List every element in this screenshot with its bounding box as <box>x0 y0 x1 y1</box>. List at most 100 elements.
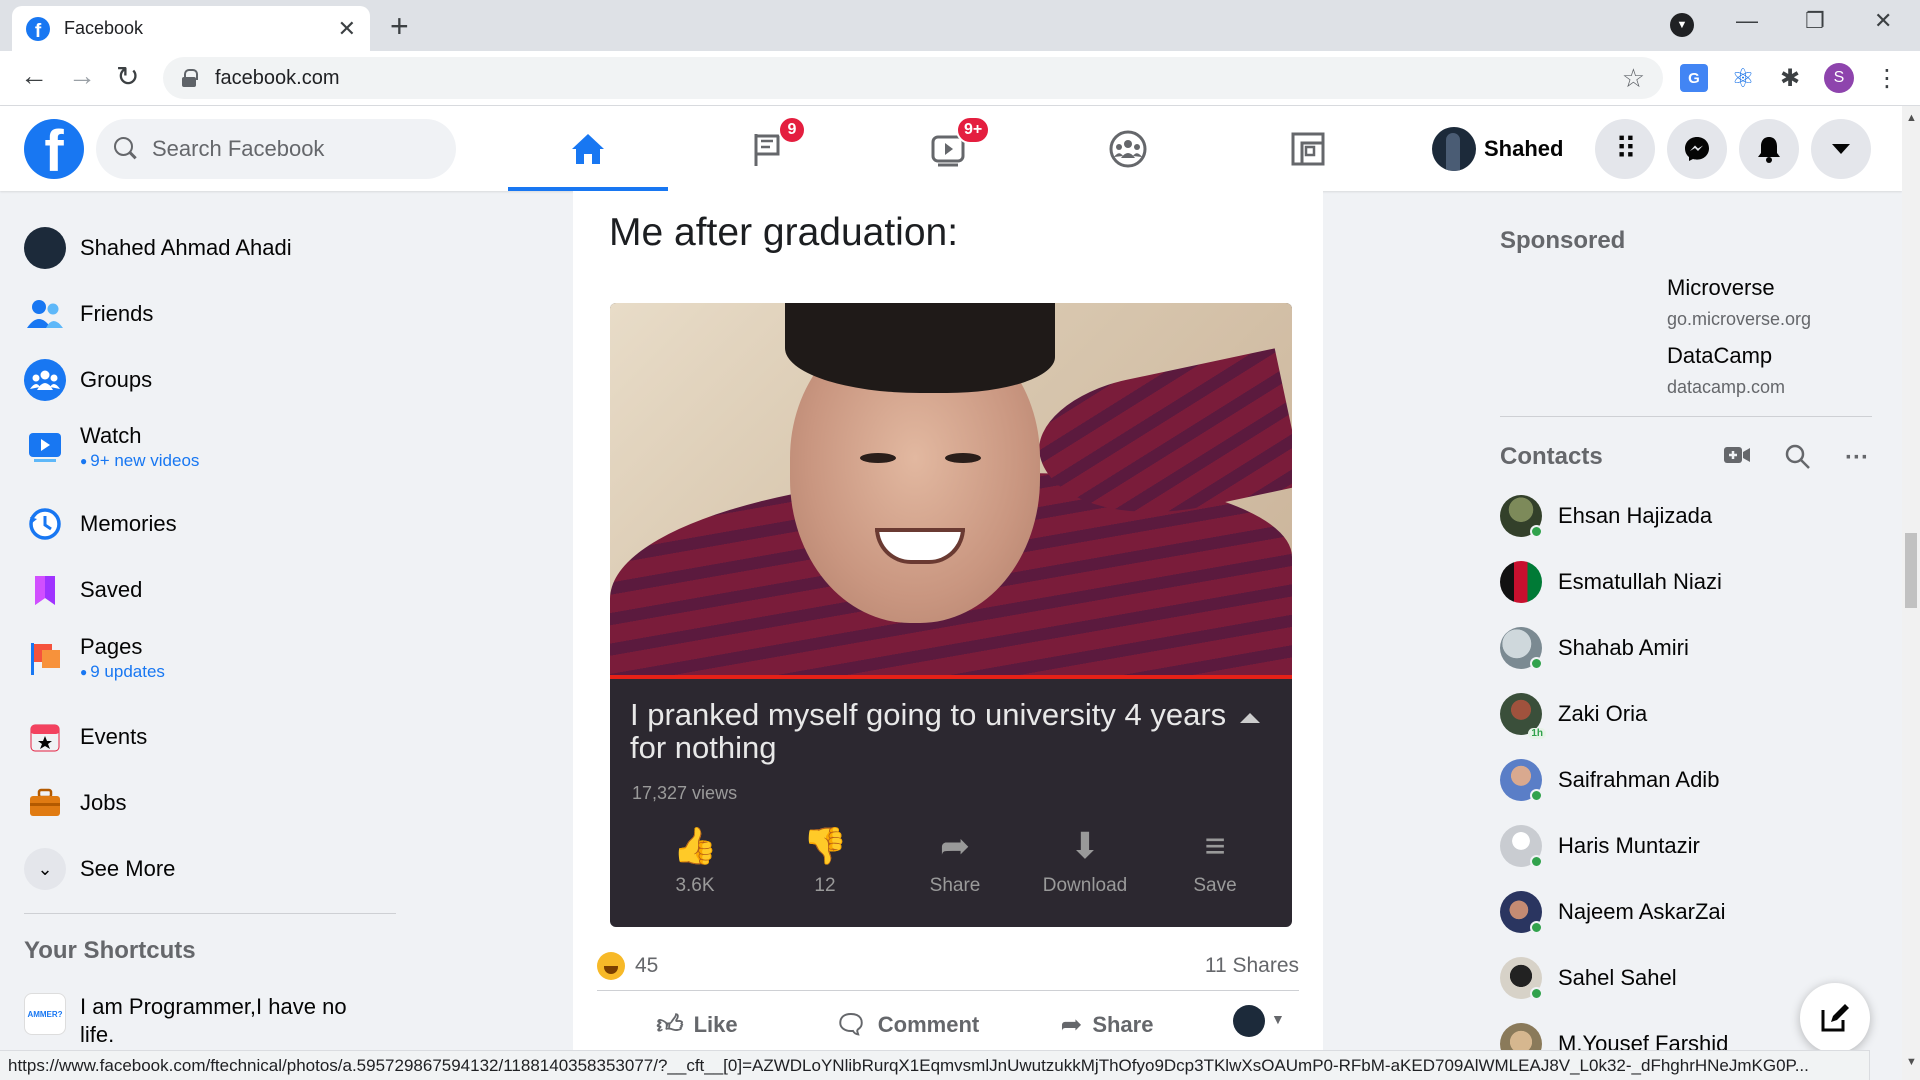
contact-item[interactable]: M.Yousef Farshid <box>1500 1023 1728 1053</box>
share-count[interactable]: 11 Shares <box>1205 954 1299 978</box>
comment-button[interactable]: 🗨︎ Comment <box>797 1009 1017 1040</box>
browser-profile-avatar[interactable]: S <box>1824 63 1854 93</box>
new-message-button[interactable] <box>1800 983 1870 1053</box>
back-icon[interactable]: ← <box>20 60 48 92</box>
sponsored-ad[interactable]: Microverse go.microverse.org <box>1667 275 1811 330</box>
facebook-header: f Search Facebook 9 9+ Shahed ⠿ <box>0 106 1902 191</box>
search-input[interactable]: Search Facebook <box>96 119 456 179</box>
avatar <box>1432 127 1476 171</box>
right-sidebar: Sponsored Microverse go.microverse.org D… <box>1480 191 1902 1053</box>
sidebar-item-events[interactable]: Events <box>24 716 147 758</box>
new-room-video-icon[interactable] <box>1723 444 1751 473</box>
tab-pages[interactable]: 9 <box>688 106 848 191</box>
shortcut-item[interactable]: AMMER? I am Programmer,I have no life. <box>24 993 380 1049</box>
contact-item[interactable]: Esmatullah Niazi <box>1500 561 1722 603</box>
avatar <box>1500 891 1543 934</box>
sidebar-item-jobs[interactable]: Jobs <box>24 782 126 824</box>
browser-toolbar: ← → ↻ facebook.com ☆ G ⚛ ✱ S ⋮ <box>0 51 1920 106</box>
bookmark-star-icon[interactable]: ☆ <box>1622 63 1645 94</box>
contact-item[interactable]: Sahel Sahel <box>1500 957 1677 1000</box>
sidebar-item-friends[interactable]: Friends <box>24 293 153 335</box>
more-options-icon[interactable]: ··· <box>1845 444 1869 472</box>
lock-icon <box>181 69 198 87</box>
forward-icon[interactable]: → <box>68 60 96 92</box>
avatar[interactable] <box>1233 1005 1265 1037</box>
sidebar-item-groups[interactable]: Groups <box>24 359 152 401</box>
contacts-heading: Contacts <box>1500 443 1603 470</box>
scroll-down-icon[interactable]: ▼ <box>1906 1056 1917 1068</box>
page-scrollbar[interactable]: ▲ ▼ <box>1902 106 1920 1080</box>
sponsored-ad[interactable]: DataCamp datacamp.com <box>1667 343 1785 398</box>
address-bar[interactable]: facebook.com ☆ <box>163 57 1663 99</box>
meme-save: ≡ Save <box>1165 825 1265 897</box>
search-icon[interactable] <box>1785 444 1811 477</box>
sidebar-item-label: Shahed Ahmad Ahadi <box>80 235 292 260</box>
share-button[interactable]: ➦ Share <box>1017 1009 1197 1040</box>
facebook-logo-icon[interactable]: f <box>24 119 84 179</box>
tab-watch[interactable]: 9+ <box>868 106 1028 191</box>
contact-name: Saifrahman Adib <box>1558 767 1720 792</box>
sidebar-item-profile[interactable]: Shahed Ahmad Ahadi <box>24 227 292 269</box>
browser-tab[interactable]: f Facebook ✕ <box>12 6 370 51</box>
avatar <box>1500 627 1543 670</box>
like-label: Like <box>693 1011 738 1037</box>
post-actions: 👍︎ Like 🗨︎ Comment ➦ Share <box>597 996 1299 1053</box>
sidebar-item-memories[interactable]: Memories <box>24 503 177 545</box>
restore-icon[interactable]: ❐ <box>1805 8 1825 34</box>
messenger-button[interactable] <box>1667 119 1727 179</box>
calendar-icon <box>24 716 66 758</box>
groups-icon <box>1109 130 1147 167</box>
sidebar-item-label: Friends <box>80 301 154 326</box>
notifications-button[interactable] <box>1739 119 1799 179</box>
search-icon <box>114 137 138 161</box>
avatar <box>1500 1023 1542 1053</box>
tab-gaming[interactable] <box>1228 106 1388 191</box>
tab-groups[interactable] <box>1048 106 1208 191</box>
profile-chip[interactable]: Shahed <box>1432 126 1563 172</box>
google-translate-extension-icon[interactable]: G <box>1680 64 1708 92</box>
contact-item[interactable]: Haris Muntazir <box>1500 825 1700 868</box>
caret-down-icon[interactable]: ▼ <box>1271 1011 1285 1027</box>
sidebar-item-label: Saved <box>80 577 143 602</box>
sidebar-item-label: Jobs <box>80 790 127 815</box>
contact-item[interactable]: Saifrahman Adib <box>1500 759 1720 802</box>
contact-item[interactable]: Ehsan Hajizada <box>1500 495 1712 538</box>
browser-menu-icon[interactable]: ⋮ <box>1873 64 1901 92</box>
account-button[interactable] <box>1811 119 1871 179</box>
share-label: Share <box>1092 1011 1154 1037</box>
sidebar-item-pages[interactable]: Pages 9 updates <box>24 634 165 682</box>
extensions-puzzle-icon[interactable]: ✱ <box>1776 64 1804 92</box>
avatar <box>1500 561 1542 603</box>
download-icon: ⬇ <box>1069 825 1101 866</box>
playlist-add-icon: ≡ <box>1204 825 1226 866</box>
contact-item[interactable]: Najeem AskarZai <box>1500 891 1726 934</box>
minimize-icon[interactable]: — <box>1736 8 1758 34</box>
sidebar-item-saved[interactable]: Saved <box>24 569 142 611</box>
search-placeholder: Search Facebook <box>152 136 325 161</box>
online-status-dot <box>1530 525 1543 538</box>
contact-item[interactable]: Shahab Amiri <box>1500 627 1689 670</box>
close-tab-icon[interactable]: ✕ <box>338 16 356 42</box>
sidebar-item-label: Watch <box>80 423 142 448</box>
react-devtools-extension-icon[interactable]: ⚛ <box>1729 63 1757 93</box>
scroll-up-icon[interactable]: ▲ <box>1906 112 1917 124</box>
scrollbar-thumb[interactable] <box>1905 533 1917 608</box>
bell-icon <box>1758 137 1780 163</box>
tab-search-icon[interactable]: ▼ <box>1670 13 1694 37</box>
sidebar-item-watch[interactable]: Watch 9+ new videos <box>24 423 199 471</box>
tab-home[interactable] <box>508 106 668 191</box>
reload-icon[interactable]: ↻ <box>116 60 139 93</box>
right-divider <box>1500 416 1872 417</box>
address-url[interactable]: facebook.com <box>215 67 1622 90</box>
contact-item[interactable]: 1h Zaki Oria <box>1500 693 1647 739</box>
reaction-count[interactable]: 45 <box>635 954 658 978</box>
like-button[interactable]: 👍︎ Like <box>597 1009 797 1040</box>
new-tab-button[interactable]: + <box>390 8 409 45</box>
menu-button[interactable]: ⠿ <box>1595 119 1655 179</box>
comment-label: Comment <box>877 1011 980 1037</box>
see-more-button[interactable]: ⌄ See More <box>24 848 175 890</box>
haha-reaction-icon[interactable] <box>597 951 625 980</box>
post-image[interactable]: I pranked myself going to university 4 y… <box>610 303 1292 927</box>
facebook-favicon-icon: f <box>26 16 50 41</box>
window-close-icon[interactable]: ✕ <box>1874 8 1892 34</box>
